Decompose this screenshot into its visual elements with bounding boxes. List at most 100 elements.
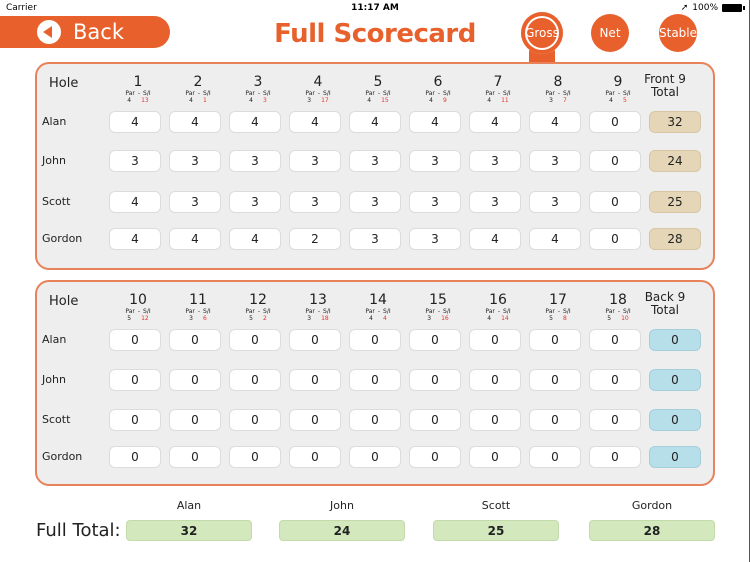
score-input[interactable]: 0	[229, 409, 281, 431]
hole-number: 4	[313, 74, 323, 90]
score-input[interactable]: 0	[109, 409, 161, 431]
score-input[interactable]: 0	[349, 409, 401, 431]
hole-header: Hole	[49, 76, 79, 91]
score-input[interactable]: 0	[289, 329, 341, 351]
score-input[interactable]: 4	[109, 191, 161, 213]
score-input[interactable]: 0	[109, 446, 161, 468]
score-input[interactable]: 0	[529, 446, 581, 468]
score-input[interactable]: 0	[589, 191, 641, 213]
score-input[interactable]: 4	[529, 228, 581, 250]
dash: -	[257, 90, 261, 97]
score-input[interactable]: 4	[169, 228, 221, 250]
score-input[interactable]: 0	[229, 446, 281, 468]
par-si-values: 4 11	[468, 97, 528, 104]
score-input[interactable]: 0	[589, 329, 641, 351]
score-input[interactable]: 3	[349, 150, 401, 172]
score-input[interactable]: 3	[409, 228, 461, 250]
score-input[interactable]: 0	[289, 409, 341, 431]
gross-mode-button[interactable]: Gross	[521, 12, 563, 54]
score-input[interactable]: 0	[529, 369, 581, 391]
score-input[interactable]: 0	[529, 329, 581, 351]
score-input[interactable]: 0	[589, 111, 641, 133]
par-si-values: 5 12	[108, 315, 168, 322]
score-input[interactable]: 3	[529, 191, 581, 213]
score-input[interactable]: 0	[589, 369, 641, 391]
net-mode-button[interactable]: Net	[591, 14, 629, 52]
score-input[interactable]: 0	[169, 329, 221, 351]
score-input[interactable]: 4	[529, 111, 581, 133]
par-stroke-index: Par - S/I 4 9	[408, 90, 468, 104]
score-input[interactable]: 3	[469, 191, 521, 213]
score-input[interactable]: 0	[409, 409, 461, 431]
hole-column-header: 16 Par - S/I 4 14	[468, 292, 528, 322]
score-input[interactable]: 0	[409, 446, 461, 468]
stroke-index-value: 17	[321, 97, 329, 104]
si-label: S/I	[383, 308, 391, 315]
score-input[interactable]: 0	[409, 369, 461, 391]
score-input[interactable]: 3	[289, 150, 341, 172]
score-input[interactable]: 0	[109, 329, 161, 351]
hole-column-header: 3 Par - S/I 4 3	[228, 74, 288, 104]
score-input[interactable]: 0	[469, 446, 521, 468]
score-input[interactable]: 0	[589, 409, 641, 431]
score-input[interactable]: 3	[229, 150, 281, 172]
score-input[interactable]: 3	[169, 150, 221, 172]
score-input[interactable]: 4	[349, 111, 401, 133]
score-input[interactable]: 0	[469, 369, 521, 391]
stable-mode-button[interactable]: Stable	[659, 14, 697, 52]
dash: -	[377, 90, 381, 97]
score-input[interactable]: 0	[469, 409, 521, 431]
score-input[interactable]: 0	[109, 369, 161, 391]
score-input[interactable]: 4	[469, 111, 521, 133]
score-input[interactable]: 0	[289, 369, 341, 391]
score-input[interactable]: 3	[409, 150, 461, 172]
score-input[interactable]: 0	[229, 329, 281, 351]
score-input[interactable]: 4	[109, 111, 161, 133]
score-input[interactable]: 0	[349, 329, 401, 351]
score-input[interactable]: 0	[169, 446, 221, 468]
score-input[interactable]: 3	[349, 191, 401, 213]
par-value: 3	[189, 315, 193, 322]
par-si-labels: Par - S/I	[108, 90, 168, 97]
dash: -	[617, 90, 621, 97]
par-si-labels: Par - S/I	[168, 308, 228, 315]
score-input[interactable]: 0	[169, 409, 221, 431]
stroke-index-value: 14	[501, 315, 509, 322]
par-label: Par	[365, 90, 375, 97]
score-input[interactable]: 0	[589, 446, 641, 468]
score-input[interactable]: 4	[289, 111, 341, 133]
hole-header: Hole	[49, 294, 79, 309]
score-input[interactable]: 4	[229, 228, 281, 250]
score-input[interactable]: 0	[469, 329, 521, 351]
score-input[interactable]: 3	[529, 150, 581, 172]
score-input[interactable]: 0	[229, 369, 281, 391]
score-input[interactable]: 4	[469, 228, 521, 250]
score-input[interactable]: 3	[109, 150, 161, 172]
score-input[interactable]: 0	[169, 369, 221, 391]
score-input[interactable]: 4	[109, 228, 161, 250]
score-input[interactable]: 3	[409, 191, 461, 213]
dash: -	[137, 90, 141, 97]
score-input[interactable]: 3	[289, 191, 341, 213]
back-button[interactable]: Back	[0, 16, 170, 48]
par-stroke-index: Par - S/I 4 4	[348, 308, 408, 322]
score-input[interactable]: 4	[409, 111, 461, 133]
score-input[interactable]: 2	[289, 228, 341, 250]
hole-column-header: 4 Par - S/I 3 17	[288, 74, 348, 104]
score-input[interactable]: 3	[229, 191, 281, 213]
dash: -	[497, 308, 501, 315]
score-input[interactable]: 3	[469, 150, 521, 172]
score-input[interactable]: 4	[169, 111, 221, 133]
score-input[interactable]: 0	[289, 446, 341, 468]
stroke-index-value: 16	[441, 315, 449, 322]
score-input[interactable]: 0	[349, 369, 401, 391]
score-input[interactable]: 0	[589, 150, 641, 172]
score-input[interactable]: 0	[349, 446, 401, 468]
score-input[interactable]: 0	[589, 228, 641, 250]
dash: -	[497, 90, 501, 97]
score-input[interactable]: 4	[229, 111, 281, 133]
score-input[interactable]: 3	[349, 228, 401, 250]
score-input[interactable]: 0	[409, 329, 461, 351]
score-input[interactable]: 0	[529, 409, 581, 431]
score-input[interactable]: 3	[169, 191, 221, 213]
